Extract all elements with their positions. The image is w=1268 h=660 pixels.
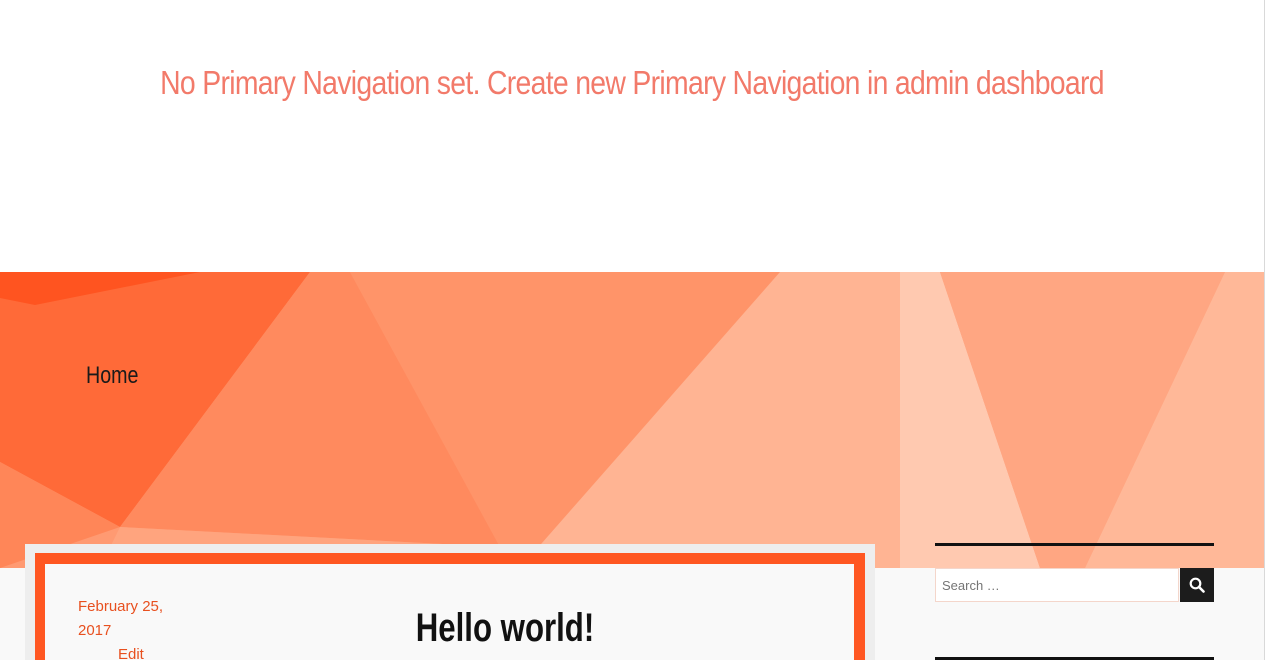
- post-title[interactable]: Hello world!: [345, 606, 665, 651]
- search-input[interactable]: [935, 568, 1179, 602]
- sidebar-widget-divider: [935, 543, 1214, 546]
- post-date-link[interactable]: February 25, 2017: [78, 595, 188, 643]
- hero-banner: Home: [0, 272, 1264, 568]
- search-button[interactable]: [1180, 568, 1214, 602]
- search-icon: [1189, 577, 1205, 593]
- page: No Primary Navigation set. Create new Pr…: [0, 0, 1268, 660]
- scrollbar[interactable]: [1264, 0, 1268, 660]
- nav-link-home[interactable]: Home: [86, 362, 139, 390]
- primary-navigation-notice: No Primary Navigation set. Create new Pr…: [160, 64, 1104, 101]
- post-edit-link[interactable]: Edit: [118, 643, 144, 660]
- hero-background: [0, 272, 1264, 568]
